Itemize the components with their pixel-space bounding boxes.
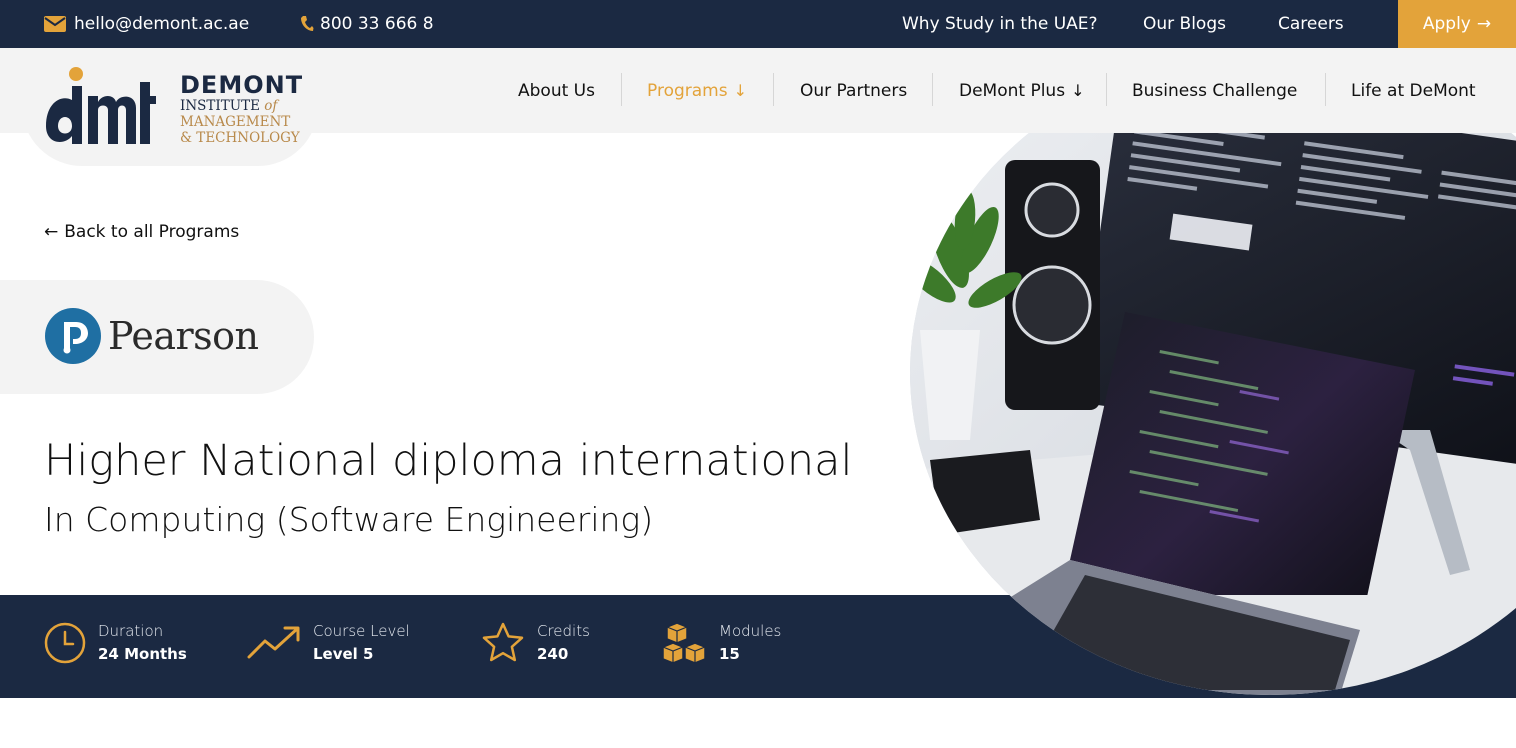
nav-divider (621, 73, 622, 106)
trend-up-icon (247, 626, 300, 659)
nav-our-partners[interactable]: Our Partners (800, 48, 907, 133)
logo-line-institute: INSTITUTE of (180, 98, 278, 114)
stat-label: Credits (537, 622, 590, 640)
nav-divider (1325, 73, 1326, 106)
nav-divider (773, 73, 774, 106)
stat-value: 24 Months (98, 645, 187, 663)
logo-name: DEMONT (180, 71, 304, 99)
nav-divider (1106, 73, 1107, 106)
nav-label: Programs (647, 80, 728, 101)
stat-label: Modules (719, 622, 782, 640)
arrow-down-icon: ↓ (1071, 81, 1085, 100)
nav-label: Life at DeMont (1351, 80, 1476, 101)
stat-value: Level 5 (313, 645, 374, 663)
dmt-monogram-icon (46, 67, 156, 144)
link-careers[interactable]: Careers (1278, 0, 1344, 48)
stat-label: Duration (98, 622, 164, 640)
apply-button[interactable]: Apply → (1398, 0, 1516, 48)
nav-life-at-demont[interactable]: Life at DeMont (1351, 48, 1476, 133)
stat-duration: Duration 24 Months (44, 620, 187, 666)
stat-value: 15 (719, 645, 740, 663)
nav-label: DeMont Plus (959, 80, 1066, 101)
phone-contact[interactable]: 800 33 666 8 (300, 0, 434, 48)
nav-programs[interactable]: Programs ↓ (647, 48, 747, 133)
stat-value: 240 (537, 645, 569, 663)
apply-label: Apply (1422, 14, 1471, 34)
phone-text: 800 33 666 8 (320, 14, 434, 34)
partner-name: Pearson (108, 314, 259, 358)
arrow-left-icon: ← (44, 222, 59, 242)
arrow-right-icon: → (1476, 14, 1492, 34)
stat-label: Course Level (313, 622, 410, 640)
nav-divider (932, 73, 933, 106)
clock-icon (44, 622, 86, 664)
star-icon (482, 622, 524, 662)
link-our-blogs[interactable]: Our Blogs (1143, 0, 1226, 48)
stat-credits: Credits 240 (481, 620, 590, 666)
email-text: hello@demont.ac.ae (74, 14, 250, 34)
cubes-icon (663, 622, 706, 664)
nav-demont-plus[interactable]: DeMont Plus ↓ (959, 48, 1084, 133)
logo-line-technology: & TECHNOLOGY (180, 130, 300, 146)
phone-icon (301, 16, 314, 31)
email-contact[interactable]: hello@demont.ac.ae (44, 0, 249, 48)
logo-line-management: MANAGEMENT (180, 114, 291, 130)
program-subtitle: In Computing (Software Engineering) (44, 500, 654, 539)
arrow-down-icon: ↓ (733, 81, 747, 100)
pearson-logo-icon (45, 308, 101, 364)
nav-business-challenge[interactable]: Business Challenge (1132, 48, 1297, 133)
mail-icon (44, 16, 66, 32)
stat-modules: Modules 15 (663, 620, 781, 666)
hero-image-overlap (910, 595, 1516, 698)
program-title: Higher National diploma international (44, 436, 853, 486)
nav-label: Our Partners (800, 80, 908, 101)
back-to-programs-link[interactable]: ← Back to all Programs (44, 222, 239, 242)
nav-label: Business Challenge (1132, 80, 1298, 101)
stat-course-level: Course Level Level 5 (247, 620, 410, 666)
nav-about-us[interactable]: About Us (518, 48, 595, 133)
back-link-label: Back to all Programs (64, 222, 240, 242)
logo-wordmark: DEMONT INSTITUTE of MANAGEMENT & TECHNOL… (180, 72, 303, 146)
nav-label: About Us (518, 80, 595, 101)
link-why-study[interactable]: Why Study in the UAE? (902, 0, 1098, 48)
